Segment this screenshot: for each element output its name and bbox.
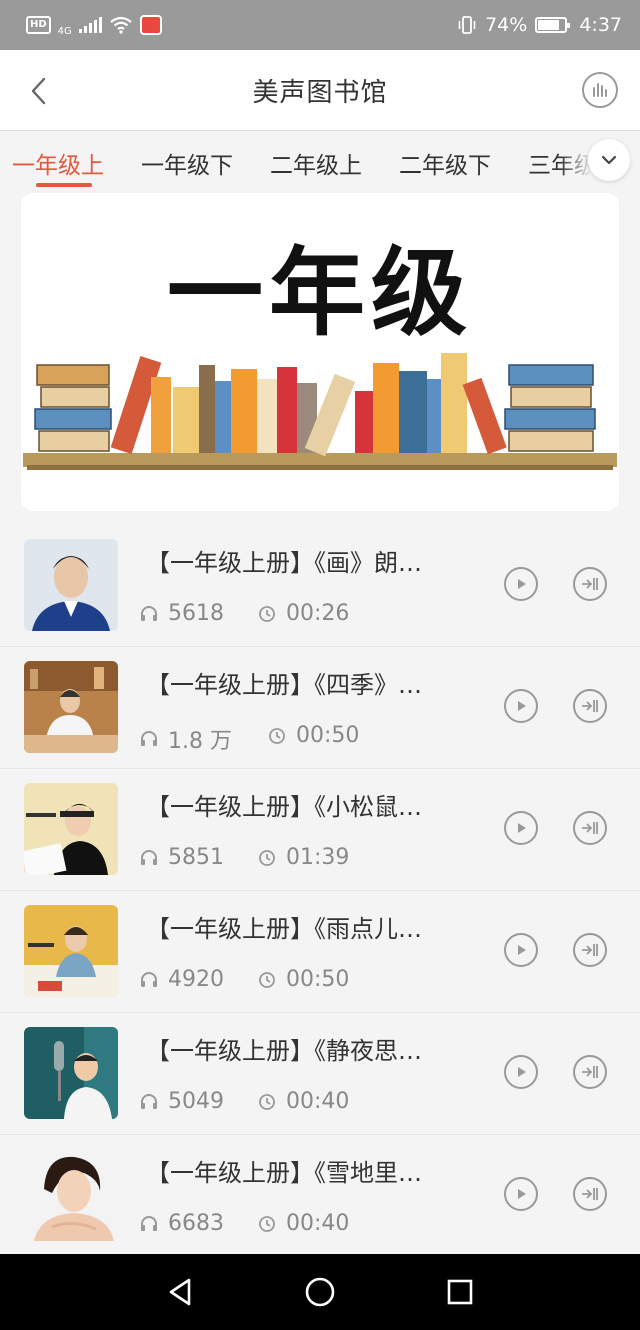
headphones-icon <box>141 605 157 621</box>
clock: 4:37 <box>579 14 622 36</box>
list-item[interactable]: 【一年级上册】《静夜思… 5049 00:40 <box>0 1013 640 1135</box>
play-count: 4920 <box>168 967 224 992</box>
page-title: 美声图书馆 <box>252 77 388 108</box>
play-icon <box>518 1189 526 1199</box>
home-circle-icon[interactable] <box>304 1276 336 1308</box>
duration: 00:26 <box>286 601 350 626</box>
play-next-icon <box>582 700 598 712</box>
system-nav-bar <box>0 1254 640 1330</box>
bookshelf-illustration <box>23 353 617 470</box>
network-type: 4G <box>57 25 72 37</box>
item-title: 【一年级上册】《雪地里… <box>146 1159 422 1187</box>
chevron-left-icon <box>31 77 46 105</box>
play-next-icon <box>582 822 598 834</box>
play-count: 1.8 万 <box>168 729 232 754</box>
clock-icon <box>259 605 275 622</box>
active-tab-indicator <box>36 183 92 187</box>
add-to-playlist-button[interactable] <box>573 933 607 967</box>
clock-icon <box>269 727 285 744</box>
tab-grade1-second[interactable]: 一年级下 <box>141 146 233 180</box>
narrator-photo <box>24 661 118 753</box>
item-title: 【一年级上册】《静夜思… <box>146 1037 422 1065</box>
item-title: 【一年级上册】《四季》… <box>146 671 422 699</box>
narrator-photo <box>24 905 118 997</box>
vibrate-icon <box>458 16 476 34</box>
tab-grade1-first[interactable]: 一年级上 <box>12 146 104 180</box>
chevron-down-icon <box>601 155 617 165</box>
clock-icon <box>259 971 275 988</box>
recents-square-icon[interactable] <box>445 1277 475 1307</box>
app-notification-icon <box>139 15 162 35</box>
tab-grade2-first[interactable]: 二年级上 <box>270 146 362 180</box>
list-item[interactable]: 【一年级上册】《小松鼠… 5851 01:39 <box>0 769 640 891</box>
play-button[interactable] <box>504 1177 538 1211</box>
duration: 00:40 <box>286 1211 350 1236</box>
back-triangle-icon[interactable] <box>165 1276 195 1308</box>
play-count: 5049 <box>168 1089 224 1114</box>
play-next-icon <box>582 578 598 590</box>
narrator-photo <box>24 783 118 875</box>
play-button[interactable] <box>504 811 538 845</box>
item-title: 【一年级上册】《雨点儿… <box>146 915 422 943</box>
app-header: 美声图书馆 <box>0 50 640 131</box>
item-title: 【一年级上册】《画》朗… <box>146 549 422 577</box>
tab-grade2-second[interactable]: 二年级下 <box>399 146 491 180</box>
wifi-icon <box>110 16 132 34</box>
play-button[interactable] <box>504 567 538 601</box>
play-count: 6683 <box>168 1211 224 1236</box>
list-item[interactable]: 【一年级上册】《雪地里… 6683 00:40 <box>0 1135 640 1257</box>
play-next-icon <box>582 1188 598 1200</box>
banner-title: 一年级 <box>167 237 473 349</box>
play-button[interactable] <box>504 1055 538 1089</box>
back-button[interactable] <box>22 74 56 108</box>
play-next-icon <box>582 944 598 956</box>
battery-icon <box>535 17 571 33</box>
battery-percent: 74% <box>485 14 528 36</box>
add-to-playlist-button[interactable] <box>573 1177 607 1211</box>
headphones-icon <box>141 971 157 987</box>
duration: 01:39 <box>286 845 350 870</box>
clock-icon <box>259 1215 275 1232</box>
add-to-playlist-button[interactable] <box>573 567 607 601</box>
add-to-playlist-button[interactable] <box>573 811 607 845</box>
grade-tabs: 一年级上 一年级下 二年级上 二年级下 三年级上 <box>0 131 640 189</box>
narrator-photo <box>24 1027 118 1119</box>
equalizer-icon <box>593 83 607 97</box>
duration: 00:40 <box>286 1089 350 1114</box>
play-next-icon <box>582 1066 598 1078</box>
headphones-icon <box>141 1215 157 1231</box>
signal-icon <box>78 17 102 33</box>
play-count: 5618 <box>168 601 224 626</box>
hd-indicator: HD <box>26 16 51 34</box>
play-icon <box>518 701 526 711</box>
headphones-icon <box>141 731 157 746</box>
play-icon <box>518 1067 526 1077</box>
list-item[interactable]: 【一年级上册】《四季》… 1.8 万 00:50 <box>0 647 640 769</box>
item-title: 【一年级上册】《小松鼠… <box>146 793 422 821</box>
play-icon <box>518 823 526 833</box>
clock-icon <box>259 1093 275 1110</box>
list-item[interactable]: 【一年级上册】《画》朗… 5618 00:26 <box>0 525 640 647</box>
duration: 00:50 <box>296 723 360 748</box>
headphones-icon <box>141 1093 157 1109</box>
narrator-photo <box>24 1149 118 1241</box>
clock-icon <box>259 849 275 866</box>
add-to-playlist-button[interactable] <box>573 1055 607 1089</box>
add-to-playlist-button[interactable] <box>573 689 607 723</box>
duration: 00:50 <box>286 967 350 992</box>
headphones-icon <box>141 849 157 865</box>
play-icon <box>518 945 526 955</box>
play-button[interactable] <box>504 689 538 723</box>
audio-list: 【一年级上册】《画》朗… 5618 00:26 【一年级上册】《四季》… 1.8… <box>0 525 640 1257</box>
status-bar: HD 4G 74% 4:37 <box>0 0 640 50</box>
narrator-photo <box>24 539 118 631</box>
grade-banner[interactable]: 一年级 <box>21 193 619 511</box>
play-icon <box>518 579 526 589</box>
playing-indicator-button[interactable] <box>582 72 618 108</box>
expand-tabs-button[interactable] <box>588 139 630 181</box>
list-item[interactable]: 【一年级上册】《雨点儿… 4920 00:50 <box>0 891 640 1013</box>
play-button[interactable] <box>504 933 538 967</box>
play-count: 5851 <box>168 845 224 870</box>
